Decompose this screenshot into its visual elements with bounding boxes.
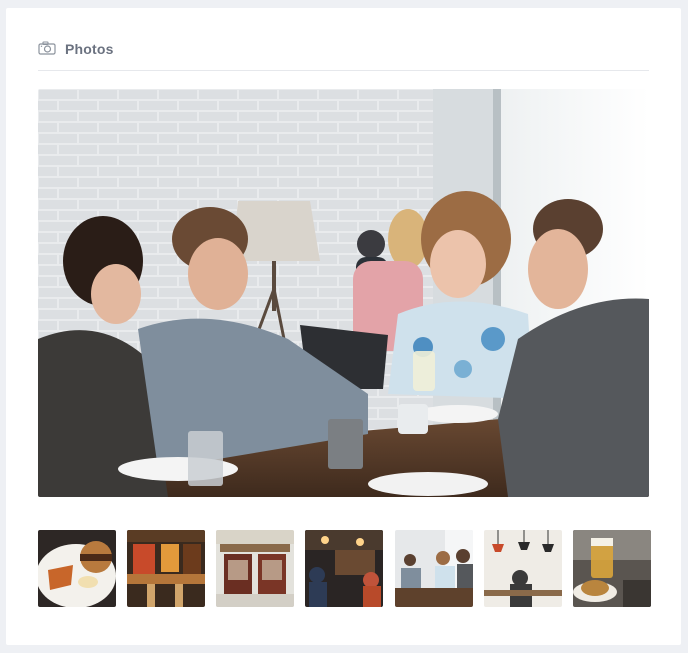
camera-icon [38,41,56,55]
thumbnail-1[interactable] [38,530,116,607]
thumbnail-strip [38,530,651,607]
thumbnail-6[interactable] [484,530,562,607]
thumbnail-4[interactable] [305,530,383,607]
thumbnail-5[interactable] [395,530,473,607]
section-title: Photos [65,41,114,57]
main-photo[interactable] [38,89,649,497]
thumbnail-3[interactable] [216,530,294,607]
photos-header: Photos [38,38,649,71]
thumbnail-7[interactable] [573,530,651,607]
thumbnail-2[interactable] [127,530,205,607]
photos-card: Photos [6,8,681,645]
